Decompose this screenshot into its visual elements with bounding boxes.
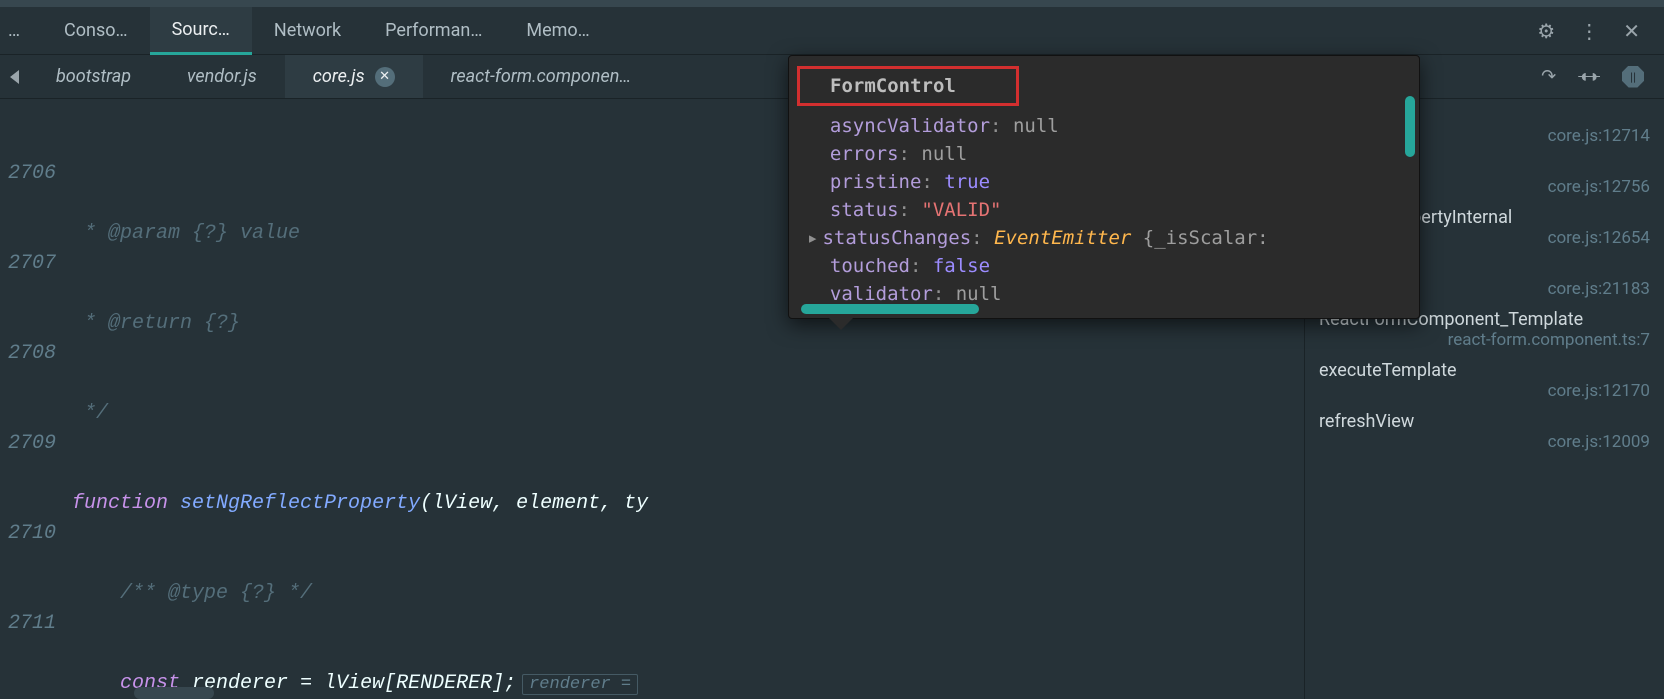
callstack-frame-location: react-form.component.ts:7 [1319, 330, 1650, 350]
tab-console[interactable]: Conso… [42, 7, 150, 55]
file-tab-core[interactable]: core.js ✕ [285, 55, 423, 98]
tooltip-vertical-scrollbar[interactable] [1405, 96, 1415, 298]
callstack-frame-location: core.js:12170 [1319, 381, 1650, 401]
callstack-frame[interactable]: refreshViewcore.js:12009 [1305, 405, 1664, 456]
callstack-frame-fn: executeTemplate [1319, 360, 1650, 381]
line-gutter: 2706 2707 2708 2709 2710 2711 2712 2713 … [0, 99, 64, 699]
callstack-frame[interactable]: executeTemplatecore.js:12170 [1305, 354, 1664, 405]
tab-network[interactable]: Network [252, 7, 363, 55]
inline-value-hint: renderer = [522, 674, 638, 695]
close-tab-icon[interactable]: ✕ [375, 67, 395, 87]
tab-performance[interactable]: Performan… [363, 7, 504, 55]
file-tab-react-form[interactable]: react-form.componen… [423, 55, 660, 98]
tooltip-tail [827, 316, 855, 330]
tab-sources[interactable]: Sourc… [150, 7, 252, 55]
file-tab-bootstrap[interactable]: bootstrap [28, 55, 159, 98]
file-tab-label: core.js [313, 66, 365, 87]
step-over-icon[interactable]: ↷ [1541, 66, 1556, 87]
tooltip-horizontal-scrollbar[interactable] [801, 304, 1171, 314]
tab-overflow-leading[interactable]: … [0, 7, 42, 55]
callstack-frame-location: core.js:12009 [1319, 432, 1650, 452]
tooltip-title-highlighted: FormControl [797, 66, 1019, 106]
file-tab-vendor[interactable]: vendor.js [159, 55, 285, 98]
pause-on-exceptions-icon[interactable]: || [1622, 66, 1644, 88]
expand-icon[interactable]: ▸ [807, 227, 818, 249]
gear-icon[interactable]: ⚙ [1537, 19, 1555, 43]
deactivate-breakpoints-icon[interactable]: ◖◗ [1578, 66, 1600, 87]
kebab-menu-icon[interactable]: ⋮ [1579, 19, 1599, 43]
editor-horizontal-scrollbar[interactable] [134, 687, 214, 699]
code-line: * @param {?} value [72, 222, 300, 245]
callstack-frame-fn: refreshView [1319, 411, 1650, 432]
navigator-toggle[interactable] [0, 55, 28, 98]
object-tooltip[interactable]: FormControl asyncValidator: null errors:… [788, 55, 1420, 319]
chevron-left-icon [10, 70, 19, 84]
devtools-main-tabs: … Conso… Sourc… Network Performan… Memo…… [0, 7, 1664, 55]
close-devtools-icon[interactable]: ✕ [1623, 19, 1640, 43]
tab-memory[interactable]: Memo… [504, 7, 611, 55]
